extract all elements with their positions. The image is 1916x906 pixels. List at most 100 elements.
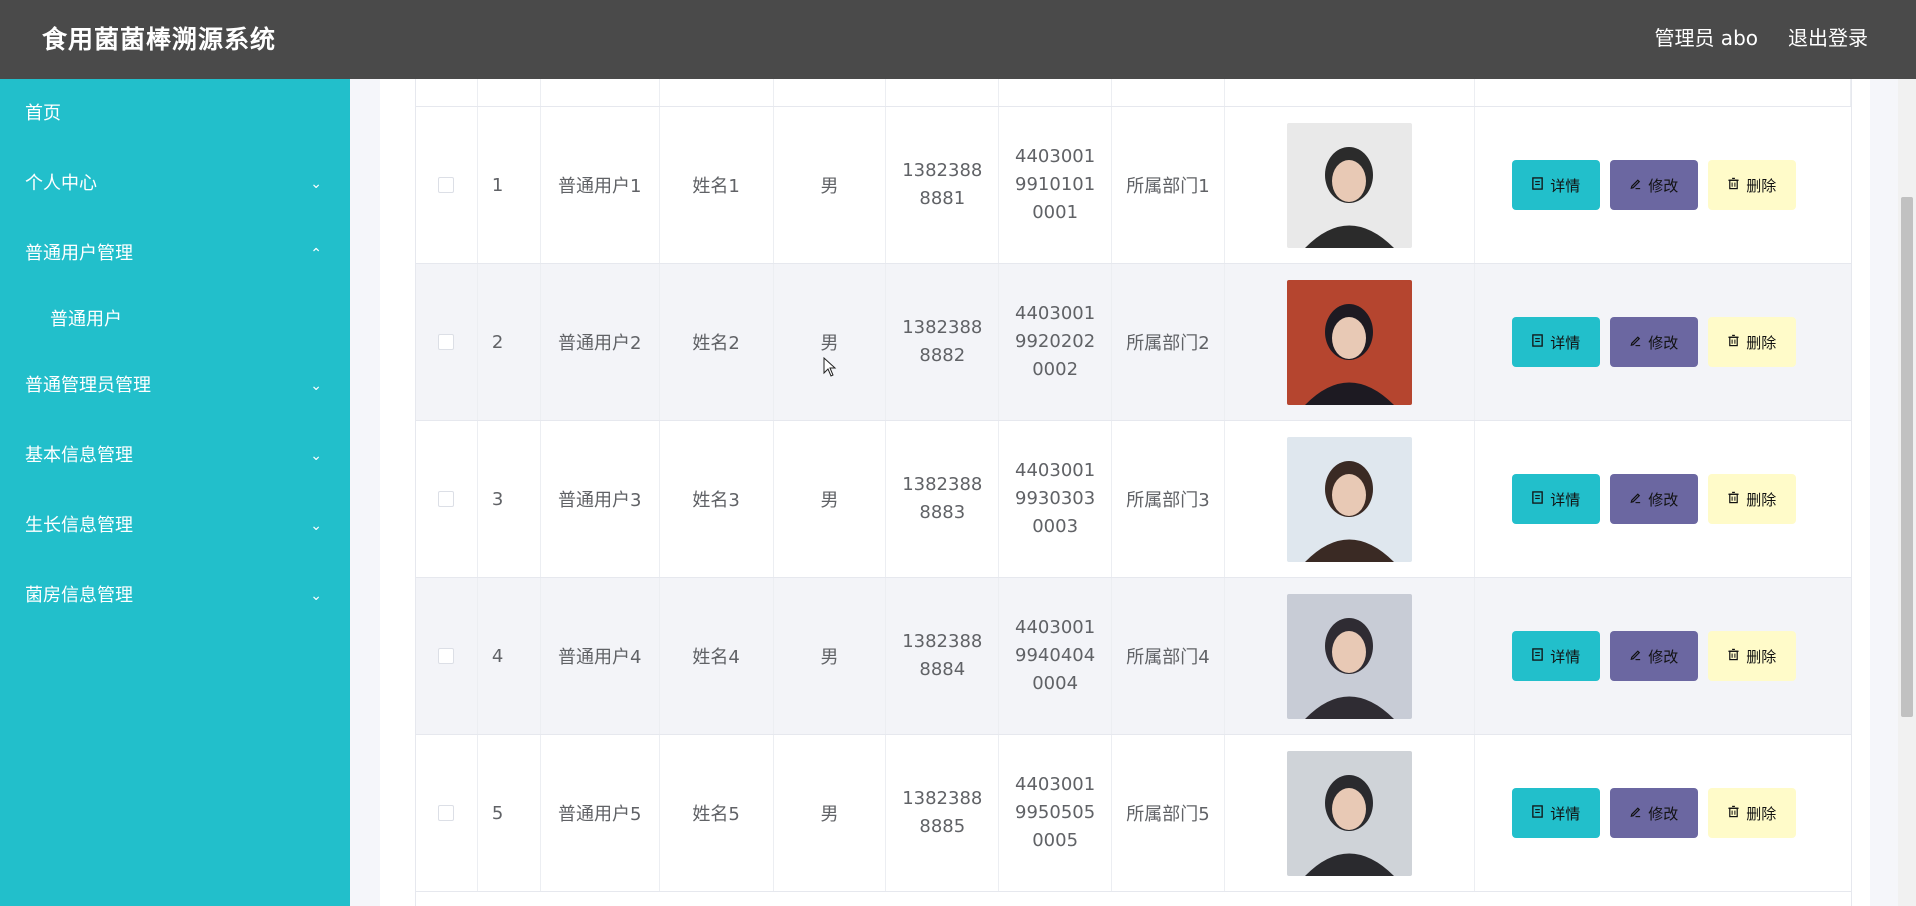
avatar-photo — [1286, 436, 1412, 562]
main-content: 1 普通用户1 姓名1 男 13823888881 44030019910101… — [350, 79, 1898, 906]
detail-label: 详情 — [1550, 176, 1581, 195]
row-checkbox[interactable] — [438, 805, 455, 821]
phone-text: 13823888882 — [902, 317, 983, 366]
gender-cell: 男 — [774, 735, 887, 891]
edit-button[interactable]: 修改 — [1609, 317, 1698, 367]
select-cell — [416, 264, 478, 420]
select-cell — [416, 735, 478, 891]
index-cell: 3 — [478, 421, 541, 577]
edit-icon — [1629, 804, 1642, 822]
delete-label: 删除 — [1746, 490, 1777, 509]
table-row: 4 普通用户4 姓名4 男 13823888884 44030019940404… — [416, 578, 1851, 735]
document-icon — [1531, 490, 1544, 508]
phone-cell: 13823888885 — [886, 735, 1000, 891]
delete-button[interactable]: 删除 — [1707, 788, 1796, 838]
avatar-photo — [1286, 122, 1412, 248]
id-card-cell: 440300199404040004 — [999, 578, 1113, 734]
department-cell: 所属部门2 — [1112, 264, 1225, 420]
actions-cell: 详情 修改 删除 — [1475, 578, 1851, 734]
name-cell: 姓名3 — [660, 421, 774, 577]
table-body: 1 普通用户1 姓名1 男 13823888881 44030019910101… — [416, 107, 1851, 892]
detail-button[interactable]: 详情 — [1511, 788, 1600, 838]
sidebar-subitem-normal-user[interactable]: 普通用户 — [0, 289, 350, 351]
mouse-cursor-icon — [823, 357, 837, 377]
actions-cell: 详情 修改 删除 — [1475, 735, 1851, 891]
sidebar-item-growth-info-management[interactable]: 生长信息管理 ⌄ — [0, 491, 350, 561]
edit-button[interactable]: 修改 — [1609, 631, 1698, 681]
name-cell: 姓名4 — [660, 578, 774, 734]
detail-label: 详情 — [1550, 333, 1581, 352]
gender-cell: 男 — [774, 578, 887, 734]
page-scrollbar[interactable] — [1898, 79, 1916, 906]
avatar-cell — [1225, 264, 1475, 420]
edit-icon — [1629, 176, 1642, 194]
chevron-down-icon: ⌄ — [310, 518, 322, 534]
edit-button[interactable]: 修改 — [1609, 788, 1698, 838]
select-cell — [416, 421, 478, 577]
index-cell: 2 — [478, 264, 541, 420]
avatar-photo — [1286, 593, 1412, 719]
detail-button[interactable]: 详情 — [1511, 631, 1600, 681]
department-cell: 所属部门5 — [1112, 735, 1225, 891]
delete-label: 删除 — [1746, 176, 1777, 195]
header-actions: 管理员 abo 退出登录 — [1654, 22, 1868, 51]
detail-button[interactable]: 详情 — [1511, 160, 1600, 210]
avatar-photo — [1286, 750, 1412, 876]
delete-button[interactable]: 删除 — [1707, 317, 1796, 367]
delete-label: 删除 — [1746, 804, 1777, 823]
sidebar-item-room-info-management[interactable]: 菌房信息管理 ⌄ — [0, 561, 350, 631]
sidebar-item-normal-user-management[interactable]: 普通用户管理 ⌃ — [0, 219, 350, 289]
detail-label: 详情 — [1550, 804, 1581, 823]
gender-cell: 男 — [774, 107, 887, 263]
admin-user-label[interactable]: 管理员 abo — [1654, 22, 1758, 51]
phone-cell: 13823888884 — [886, 578, 1000, 734]
edit-button[interactable]: 修改 — [1609, 474, 1698, 524]
actions-cell: 详情 修改 删除 — [1475, 264, 1851, 420]
edit-icon — [1629, 333, 1642, 351]
top-header: 食用菌菌棒溯源系统 管理员 abo 退出登录 — [0, 0, 1916, 79]
sidebar-item-basic-info-management[interactable]: 基本信息管理 ⌄ — [0, 421, 350, 491]
sidebar-item-label: 基本信息管理 — [25, 445, 133, 466]
row-checkbox[interactable] — [438, 648, 455, 664]
document-icon — [1531, 804, 1544, 822]
phone-text: 13823888884 — [902, 631, 983, 680]
detail-button[interactable]: 详情 — [1511, 474, 1600, 524]
name-cell: 姓名2 — [660, 264, 774, 420]
name-cell: 姓名5 — [660, 735, 774, 891]
delete-button[interactable]: 删除 — [1707, 160, 1796, 210]
table-row: 3 普通用户3 姓名3 男 13823888883 44030019930303… — [416, 421, 1851, 578]
sidebar-item-home[interactable]: 首页 — [0, 79, 350, 149]
sidebar-subitem-label: 普通用户 — [50, 309, 122, 330]
edit-label: 修改 — [1648, 176, 1679, 195]
row-checkbox[interactable] — [438, 491, 455, 507]
document-icon — [1531, 176, 1544, 194]
row-checkbox[interactable] — [438, 177, 455, 193]
sidebar-item-normal-admin-management[interactable]: 普通管理员管理 ⌄ — [0, 351, 350, 421]
sidebar-item-personal-center[interactable]: 个人中心 ⌄ — [0, 149, 350, 219]
id-card-cell: 440300199505050005 — [999, 735, 1113, 891]
detail-button[interactable]: 详情 — [1511, 317, 1600, 367]
edit-button[interactable]: 修改 — [1609, 160, 1698, 210]
sidebar-item-label: 生长信息管理 — [25, 515, 133, 536]
delete-button[interactable]: 删除 — [1707, 474, 1796, 524]
phone-text: 13823888881 — [902, 160, 983, 209]
trash-icon — [1727, 176, 1740, 194]
row-checkbox[interactable] — [438, 334, 455, 350]
scrollbar-thumb[interactable] — [1901, 197, 1913, 717]
sidebar-item-label: 个人中心 — [25, 173, 97, 194]
sidebar: 首页 个人中心 ⌄ 普通用户管理 ⌃ 普通用户 普通管理员管理 ⌄ 基本信息管理… — [0, 79, 350, 906]
gender-cell: 男 — [774, 264, 887, 420]
trash-icon — [1727, 804, 1740, 822]
edit-label: 修改 — [1648, 804, 1679, 823]
index-cell: 4 — [478, 578, 541, 734]
select-cell — [416, 107, 478, 263]
sidebar-item-label: 普通用户管理 — [25, 243, 133, 264]
chevron-down-icon: ⌄ — [310, 378, 322, 394]
delete-button[interactable]: 删除 — [1707, 631, 1796, 681]
logout-button[interactable]: 退出登录 — [1788, 22, 1868, 51]
account-cell: 普通用户5 — [541, 735, 660, 891]
sidebar-item-label: 普通管理员管理 — [25, 375, 151, 396]
phone-cell: 13823888881 — [886, 107, 1000, 263]
department-cell: 所属部门1 — [1112, 107, 1225, 263]
avatar-cell — [1225, 107, 1475, 263]
